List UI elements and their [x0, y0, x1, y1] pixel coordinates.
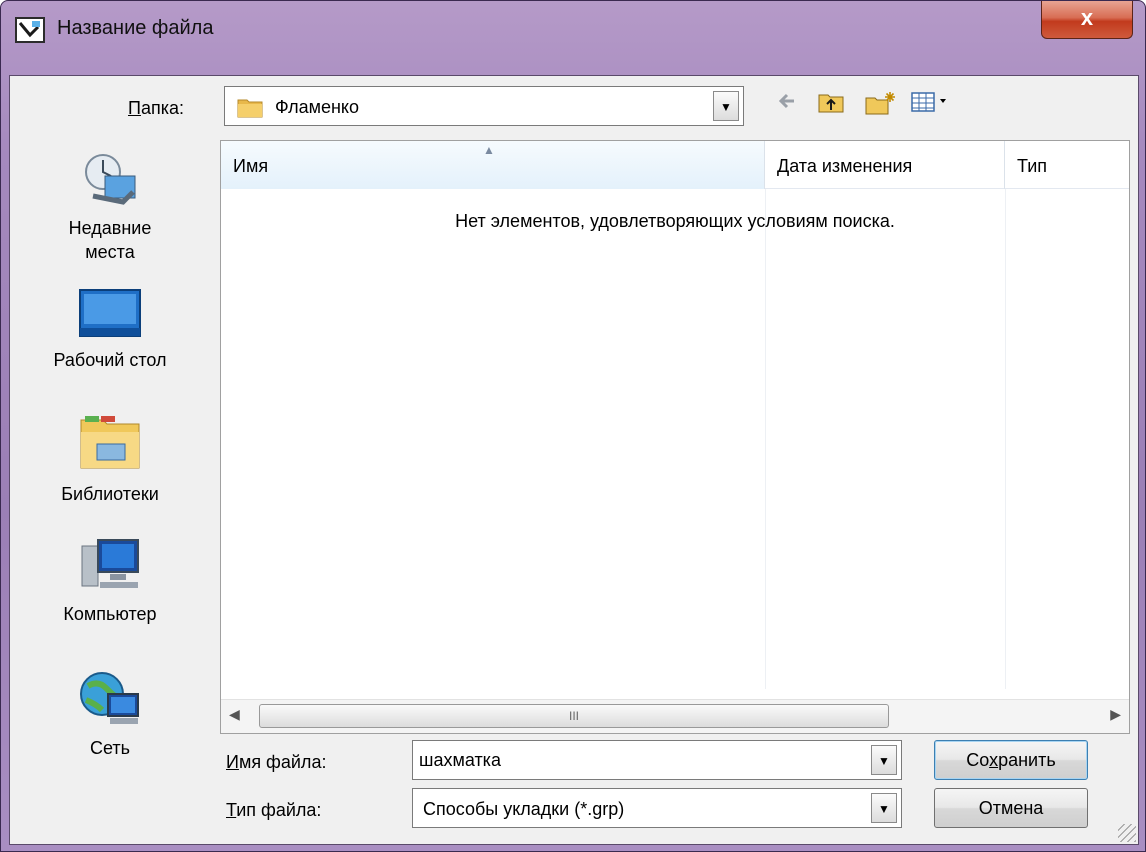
desktop-icon [79, 289, 141, 337]
place-label: Библиотеки [61, 484, 159, 504]
view-menu-icon[interactable] [908, 90, 954, 120]
close-button[interactable]: x [1041, 1, 1133, 39]
window-title: Название файла [57, 17, 214, 39]
scroll-left-icon[interactable]: ◀ [229, 706, 240, 723]
filetype-value: Способы укладки (*.grp) [423, 799, 625, 819]
chevron-down-icon[interactable]: ▼ [713, 91, 739, 121]
scroll-right-icon[interactable]: ▶ [1110, 706, 1121, 723]
folder-select[interactable]: Фламенко ▼ [224, 86, 744, 126]
save-button[interactable]: Сохранить [934, 740, 1088, 780]
column-divider [765, 189, 766, 689]
place-recent[interactable]: Недавние места [10, 152, 210, 264]
empty-message: Нет элементов, удовлетворяющих условиям … [455, 211, 895, 231]
network-icon [80, 672, 139, 724]
app-icon [15, 17, 45, 43]
filename-label: Имя файла: [226, 752, 327, 772]
filetype-select[interactable]: Способы укладки (*.grp) ▼ [412, 788, 902, 828]
filename-combo[interactable]: ▼ [412, 740, 902, 780]
column-divider [1005, 189, 1006, 689]
filetype-label: Тип файла: [226, 800, 322, 820]
new-folder-icon[interactable] [862, 90, 898, 120]
place-computer[interactable]: Компьютер [10, 538, 210, 626]
file-list[interactable]: Имя ▲ Дата изменения Тип Нет элементов, … [220, 140, 1130, 734]
horizontal-scrollbar[interactable]: ◀ III ▶ [221, 699, 1129, 733]
place-label: Рабочий стол [53, 350, 167, 370]
up-folder-icon[interactable] [814, 90, 848, 120]
chevron-down-icon[interactable]: ▼ [871, 793, 897, 823]
place-libraries[interactable]: Библиотеки [10, 410, 210, 506]
scroll-thumb[interactable]: III [259, 704, 889, 728]
place-label: Недавние места [68, 218, 152, 262]
folder-icon [237, 99, 263, 118]
dialog-window: Название файла x Папка: Фламенко ▼ Недав… [0, 0, 1146, 852]
computer-icon [81, 539, 139, 588]
sort-up-icon: ▲ [483, 143, 495, 157]
folder-value: Фламенко [275, 97, 360, 117]
column-header-date[interactable]: Дата изменения [765, 141, 1005, 189]
back-arrow-icon[interactable] [772, 90, 802, 120]
place-network[interactable]: Сеть [10, 670, 210, 760]
place-label: Компьютер [63, 604, 157, 624]
place-desktop[interactable]: Рабочий стол [10, 288, 210, 372]
place-label: Сеть [89, 738, 131, 758]
filename-input[interactable] [419, 747, 859, 773]
title-bar[interactable]: Название файла x [1, 1, 1146, 47]
cancel-button[interactable]: Отмена [934, 788, 1088, 828]
recent-places-icon [85, 154, 136, 205]
libraries-icon [80, 416, 140, 469]
list-header: Имя ▲ Дата изменения Тип [221, 141, 1129, 189]
dialog-body: Папка: Фламенко ▼ Недавние места Рабочий… [9, 75, 1139, 845]
column-header-type[interactable]: Тип [1005, 141, 1129, 189]
chevron-down-icon[interactable]: ▼ [871, 745, 897, 775]
resize-grip[interactable] [1118, 824, 1136, 842]
folder-label: Папка: [128, 98, 184, 118]
